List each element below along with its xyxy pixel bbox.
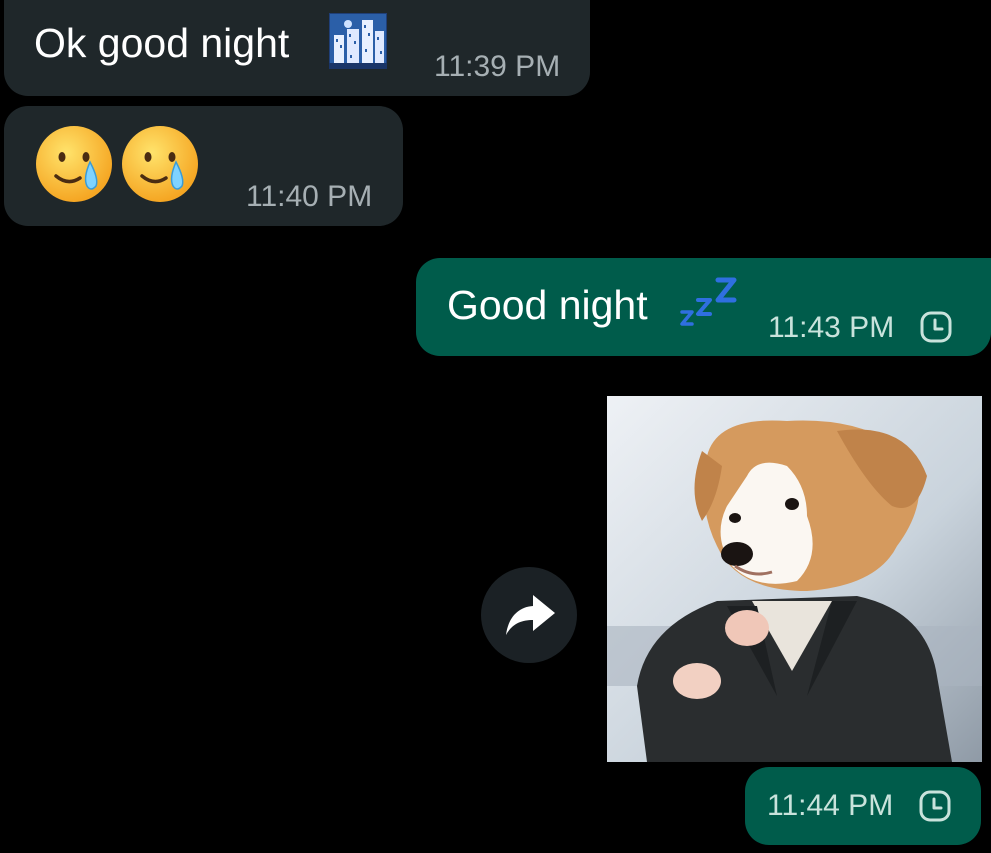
clock-icon <box>920 311 952 343</box>
puppy-in-suit-sticker[interactable] <box>607 396 982 762</box>
message-timestamp: 11:39 PM <box>434 50 561 83</box>
sticker-image <box>607 396 982 762</box>
message-bubble-incoming[interactable]: Ok good night 11:39 PM <box>4 0 590 96</box>
message-bubble-outgoing[interactable]: 11:44 PM <box>745 767 981 845</box>
smiling-face-with-tear-emoji <box>122 126 198 202</box>
message-text: Good night <box>447 282 648 328</box>
smiling-face-with-tear-emoji <box>36 126 112 202</box>
message-text: Ok good night <box>34 20 290 66</box>
message-timestamp: 11:44 PM <box>767 789 894 822</box>
forward-button[interactable] <box>481 567 577 663</box>
forward-arrow-icon <box>506 595 555 635</box>
message-timestamp: 11:40 PM <box>246 180 373 213</box>
message-timestamp: 11:43 PM <box>768 311 895 344</box>
clock-icon <box>919 790 951 822</box>
zzz-emoji <box>680 277 737 326</box>
message-bubble-incoming[interactable]: 11:40 PM <box>4 106 403 226</box>
message-bubble-outgoing[interactable]: Good night 11:43 PM <box>416 258 991 356</box>
night-city-emoji <box>329 13 387 69</box>
